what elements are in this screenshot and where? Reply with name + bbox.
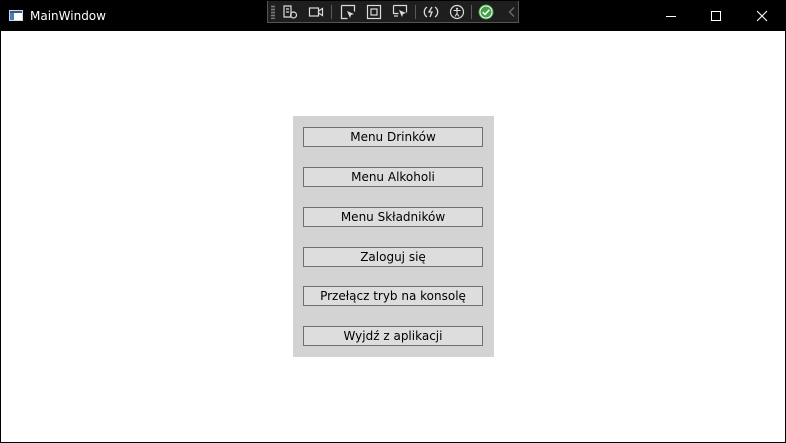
menu-panel: Menu Drinków Menu Alkoholi Menu Składnik… [293, 116, 494, 357]
live-visual-tree-icon[interactable] [282, 4, 298, 20]
main-window: MainWindow Menu Drinków Menu Alkoholi Me… [1, 1, 785, 442]
maximize-button[interactable] [693, 1, 739, 31]
title-bar[interactable]: MainWindow [1, 1, 785, 31]
track-focused-element-icon[interactable] [392, 4, 408, 20]
window-title: MainWindow [30, 9, 106, 23]
login-button[interactable]: Zaloguj się [303, 247, 483, 267]
collapse-chevron-icon[interactable] [504, 4, 520, 20]
record-icon[interactable] [308, 4, 324, 20]
toolbar-separator [331, 5, 332, 19]
ingredients-menu-button[interactable]: Menu Składników [303, 207, 483, 227]
app-window-icon[interactable] [9, 10, 23, 21]
drinks-menu-button[interactable]: Menu Drinków [303, 127, 483, 147]
accessibility-icon[interactable] [449, 4, 465, 20]
maximize-icon [711, 11, 721, 21]
check-icon[interactable] [478, 4, 494, 20]
toolbar-grip[interactable] [271, 5, 275, 19]
minimize-icon [666, 16, 676, 17]
display-layout-adorners-icon[interactable] [366, 4, 382, 20]
close-button[interactable] [739, 1, 785, 31]
switch-to-console-button[interactable]: Przełącz tryb na konsolę [303, 286, 483, 306]
close-icon [756, 10, 768, 22]
minimize-button[interactable] [648, 1, 694, 31]
debug-toolbar [267, 1, 519, 23]
toolbar-separator [415, 5, 416, 19]
exit-app-button[interactable]: Wyjdź z aplikacji [303, 326, 483, 346]
select-element-icon[interactable] [340, 4, 356, 20]
toolbar-separator [471, 5, 472, 19]
hot-reload-icon[interactable] [423, 4, 439, 20]
alcohols-menu-button[interactable]: Menu Alkoholi [303, 167, 483, 187]
